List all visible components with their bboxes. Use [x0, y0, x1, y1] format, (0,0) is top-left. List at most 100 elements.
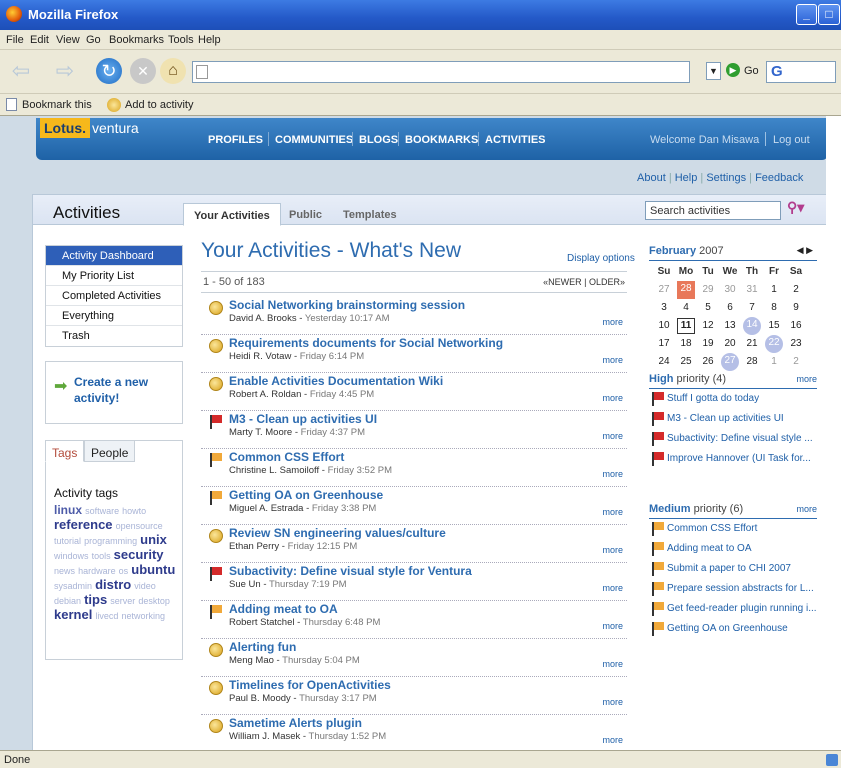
- calendar-day[interactable]: 3: [655, 302, 673, 313]
- tag-link[interactable]: reference: [54, 517, 113, 532]
- home-icon[interactable]: ⌂: [160, 58, 186, 84]
- sidebar-item-completed-activities[interactable]: Completed Activities: [46, 286, 182, 306]
- activity-more-link[interactable]: more: [602, 317, 623, 327]
- calendar-day[interactable]: 27: [655, 284, 673, 295]
- activity-more-link[interactable]: more: [602, 583, 623, 593]
- priority-item-label[interactable]: Stuff I gotta do today: [667, 393, 759, 404]
- tag-link[interactable]: distro: [95, 577, 131, 592]
- calendar-day[interactable]: 28: [743, 356, 761, 367]
- calendar-day[interactable]: 9: [787, 302, 805, 313]
- calendar-day[interactable]: 31: [743, 284, 761, 295]
- go-label[interactable]: Go: [744, 65, 759, 77]
- priority-item-label[interactable]: Get feed-reader plugin running i...: [667, 603, 817, 614]
- nav-activities[interactable]: ACTIVITIES: [485, 134, 546, 146]
- logout-link[interactable]: Log out: [773, 134, 810, 146]
- tag-link[interactable]: security: [114, 547, 164, 562]
- activity-title-link[interactable]: Timelines for OpenActivities: [229, 678, 391, 692]
- tab-people[interactable]: People: [84, 440, 136, 462]
- calendar-day[interactable]: 16: [787, 320, 805, 331]
- tag-link[interactable]: programming: [84, 536, 137, 546]
- create-activity-link[interactable]: Create a new activity!: [74, 374, 174, 406]
- activity-more-link[interactable]: more: [602, 355, 623, 365]
- activity-author-link[interactable]: Robert Statchel: [229, 617, 294, 628]
- menu-bookmarks[interactable]: Bookmarks: [109, 34, 164, 46]
- tab-public[interactable]: Public: [279, 203, 332, 226]
- priority-item-label[interactable]: Submit a paper to CHI 2007: [667, 563, 791, 574]
- newer-link[interactable]: «NEWER: [543, 277, 582, 287]
- settings-link[interactable]: Settings: [706, 172, 746, 184]
- priority-item-label[interactable]: M3 - Clean up activities UI: [667, 413, 784, 424]
- priority-item[interactable]: Prepare session abstracts for L...: [649, 579, 817, 599]
- activity-title-link[interactable]: M3 - Clean up activities UI: [229, 412, 377, 426]
- calendar-day[interactable]: 25: [677, 356, 695, 367]
- activity-title-link[interactable]: Requirements documents for Social Networ…: [229, 336, 503, 350]
- nav-bookmarks[interactable]: BOOKMARKS: [405, 134, 478, 146]
- url-dropdown-button[interactable]: ▼: [706, 62, 721, 80]
- activity-more-link[interactable]: more: [602, 735, 623, 745]
- calendar-day[interactable]: 14: [743, 317, 761, 335]
- priority-item[interactable]: Improve Hannover (UI Task for...: [649, 449, 817, 469]
- tag-link[interactable]: os: [119, 566, 129, 576]
- activity-more-link[interactable]: more: [602, 621, 623, 631]
- bookmark-this-link[interactable]: Bookmark this: [22, 99, 92, 111]
- activity-author-link[interactable]: Robert A. Roldan: [229, 389, 301, 400]
- high-priority-more-link[interactable]: more: [796, 374, 817, 384]
- activity-author-link[interactable]: Marty T. Moore: [229, 427, 292, 438]
- activity-title-link[interactable]: Getting OA on Greenhouse: [229, 488, 383, 502]
- tag-link[interactable]: desktop: [138, 596, 170, 606]
- tag-link[interactable]: debian: [54, 596, 81, 606]
- tag-link[interactable]: news: [54, 566, 75, 576]
- calendar-day[interactable]: 23: [787, 338, 805, 349]
- activity-title-link[interactable]: Sametime Alerts plugin: [229, 716, 362, 730]
- older-link[interactable]: OLDER»: [589, 277, 625, 287]
- add-to-activity-link[interactable]: Add to activity: [125, 99, 193, 111]
- tag-link[interactable]: tutorial: [54, 536, 81, 546]
- activity-author-link[interactable]: Paul B. Moody: [229, 693, 291, 704]
- calendar-nav-icon[interactable]: ◀ ▶: [797, 245, 813, 256]
- activity-author-link[interactable]: Christine L. Samoiloff: [229, 465, 319, 476]
- medium-priority-more-link[interactable]: more: [796, 504, 817, 514]
- calendar-day[interactable]: 2: [787, 356, 805, 367]
- calendar-day[interactable]: 11: [677, 318, 695, 334]
- tag-link[interactable]: video: [134, 581, 156, 591]
- priority-item[interactable]: M3 - Clean up activities UI: [649, 409, 817, 429]
- activity-more-link[interactable]: more: [602, 431, 623, 441]
- calendar-day[interactable]: 20: [721, 338, 739, 349]
- sidebar-item-trash[interactable]: Trash: [46, 326, 182, 346]
- vertical-scrollbar[interactable]: [826, 116, 841, 750]
- calendar-day[interactable]: 1: [765, 284, 783, 295]
- calendar-day[interactable]: 26: [699, 356, 717, 367]
- activity-more-link[interactable]: more: [602, 697, 623, 707]
- calendar-day[interactable]: 5: [699, 302, 717, 313]
- url-bar[interactable]: [192, 61, 690, 83]
- maximize-button[interactable]: □: [818, 4, 840, 25]
- go-icon[interactable]: ▶: [726, 63, 740, 77]
- calendar-day[interactable]: 8: [765, 302, 783, 313]
- menu-file[interactable]: File: [6, 34, 24, 46]
- calendar-day[interactable]: 4: [677, 302, 695, 313]
- priority-item-label[interactable]: Improve Hannover (UI Task for...: [667, 453, 811, 464]
- calendar-day[interactable]: 28: [677, 281, 695, 299]
- activity-title-link[interactable]: Common CSS Effort: [229, 450, 344, 464]
- search-engine-box[interactable]: G: [766, 61, 836, 83]
- menu-view[interactable]: View: [56, 34, 80, 46]
- calendar-day[interactable]: 1: [765, 356, 783, 367]
- tab-tags[interactable]: Tags: [45, 440, 85, 462]
- tag-link[interactable]: windows: [54, 551, 89, 561]
- priority-item[interactable]: Subactivity: Define visual style ...: [649, 429, 817, 449]
- back-icon[interactable]: ⇦: [8, 58, 34, 84]
- activity-author-link[interactable]: Heidi R. Votaw: [229, 351, 291, 362]
- activity-title-link[interactable]: Subactivity: Define visual style for Ven…: [229, 564, 472, 578]
- tag-link[interactable]: linux: [54, 503, 82, 517]
- sidebar-item-my-priority-list[interactable]: My Priority List: [46, 266, 182, 286]
- priority-item-label[interactable]: Common CSS Effort: [667, 523, 757, 534]
- calendar-day[interactable]: 7: [743, 302, 761, 313]
- calendar-day[interactable]: 13: [721, 320, 739, 331]
- activity-more-link[interactable]: more: [602, 507, 623, 517]
- activity-author-link[interactable]: Ethan Perry: [229, 541, 279, 552]
- display-options-link[interactable]: Display options: [567, 253, 635, 264]
- tag-link[interactable]: howto: [122, 506, 146, 516]
- menu-tools[interactable]: Tools: [168, 34, 194, 46]
- tag-link[interactable]: networking: [121, 611, 165, 621]
- calendar-day[interactable]: 6: [721, 302, 739, 313]
